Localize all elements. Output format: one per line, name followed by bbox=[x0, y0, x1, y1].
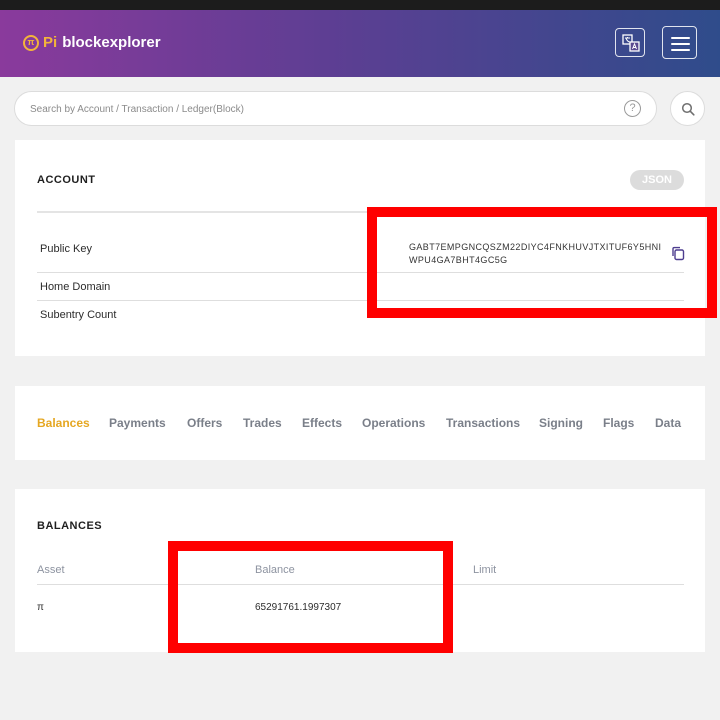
home-domain-label: Home Domain bbox=[40, 281, 111, 293]
tab-effects[interactable]: Effects bbox=[302, 416, 342, 430]
asset-cell: π bbox=[37, 602, 44, 613]
help-icon[interactable]: ? bbox=[624, 100, 641, 117]
tab-offers[interactable]: Offers bbox=[187, 416, 222, 430]
translate-button[interactable] bbox=[615, 28, 645, 57]
public-key-label: Public Key bbox=[40, 243, 92, 255]
balance-highlight-box bbox=[168, 541, 453, 653]
translate-icon bbox=[622, 34, 640, 52]
json-button[interactable]: JSON bbox=[630, 170, 684, 190]
column-header-asset: Asset bbox=[37, 564, 65, 576]
account-tabs: Balances Payments Offers Trades Effects … bbox=[15, 386, 705, 460]
tab-transactions[interactable]: Transactions bbox=[446, 416, 520, 430]
tab-payments[interactable]: Payments bbox=[109, 416, 166, 430]
search-input[interactable] bbox=[30, 101, 590, 118]
menu-bar bbox=[671, 37, 690, 39]
balances-title: BALANCES bbox=[37, 520, 103, 532]
subentry-count-label: Subentry Count bbox=[40, 309, 117, 321]
search-icon bbox=[681, 102, 695, 116]
logo-pi-text: Pi bbox=[43, 34, 58, 51]
tab-trades[interactable]: Trades bbox=[243, 416, 282, 430]
app-header: π Pi blockexplorer bbox=[0, 10, 720, 77]
search-bar: ? bbox=[14, 91, 657, 126]
menu-button[interactable] bbox=[662, 26, 697, 59]
tab-signing[interactable]: Signing bbox=[539, 416, 583, 430]
account-title: ACCOUNT bbox=[37, 174, 96, 186]
public-key-highlight-box bbox=[367, 207, 717, 318]
menu-bar bbox=[671, 43, 690, 45]
search-button[interactable] bbox=[670, 91, 705, 126]
pi-logo-icon: π bbox=[23, 34, 39, 51]
logo-site-name: blockexplorer bbox=[62, 34, 161, 51]
tab-operations[interactable]: Operations bbox=[362, 416, 425, 430]
column-header-limit: Limit bbox=[473, 564, 497, 576]
menu-bar bbox=[671, 49, 690, 51]
tab-balances[interactable]: Balances bbox=[37, 416, 90, 430]
tab-flags[interactable]: Flags bbox=[603, 416, 634, 430]
top-status-strip bbox=[0, 0, 720, 10]
site-logo[interactable]: π Pi blockexplorer bbox=[23, 34, 161, 51]
tab-data[interactable]: Data bbox=[655, 416, 681, 430]
